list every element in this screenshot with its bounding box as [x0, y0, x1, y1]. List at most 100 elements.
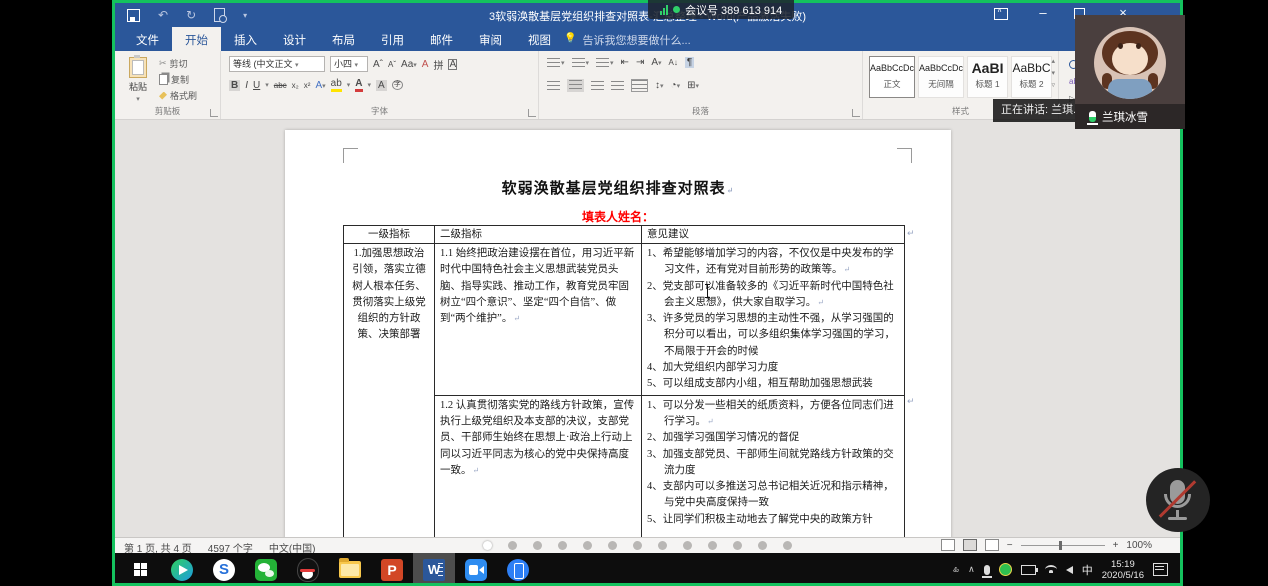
clock[interactable]: 15:19 2020/5/16: [1102, 559, 1144, 581]
subscript-button[interactable]: x₂: [292, 81, 299, 90]
tell-me-box[interactable]: 告诉我您想要做什么...: [576, 27, 700, 51]
suggestion-item: 3、许多党员的学习思想的主动性不强，从学习强国的积分可以看出，可以多组织集体学习…: [647, 311, 899, 360]
tab-file[interactable]: 文件: [123, 27, 172, 51]
taskbar-phone-projection[interactable]: [497, 553, 539, 586]
text-effects-icon[interactable]: A▾: [315, 80, 325, 91]
enclose-characters-icon[interactable]: 字: [392, 80, 403, 90]
people-icon[interactable]: ꮂ: [953, 564, 959, 575]
multilevel-list-icon[interactable]: ▾: [596, 58, 614, 67]
battery-icon[interactable]: [1021, 565, 1036, 575]
tab-design[interactable]: 设计: [270, 27, 319, 51]
document-canvas[interactable]: 软弱涣散基层党组织排查对照表 填表人姓名： 一级指标 二级指标 意见建议 1.加…: [115, 120, 1180, 537]
taskbar-tencent-meeting[interactable]: [455, 553, 497, 586]
ime-indicator[interactable]: 中: [1082, 562, 1093, 578]
underline-caret-icon[interactable]: ▾: [265, 81, 269, 89]
font-dialog-launcher[interactable]: [528, 109, 536, 117]
clipboard-dialog-launcher[interactable]: [210, 109, 218, 117]
font-name-select[interactable]: 等线 (中文正文 ▾: [229, 56, 325, 72]
bold-button[interactable]: B: [229, 80, 240, 91]
numbering-icon[interactable]: ▾: [572, 58, 590, 67]
tray-app-icon[interactable]: [999, 563, 1012, 576]
taskbar-sogou-browser[interactable]: S: [203, 553, 245, 586]
wifi-icon[interactable]: [1045, 565, 1057, 574]
phonetic-guide-icon[interactable]: 拼: [433, 57, 443, 72]
asian-layout-icon[interactable]: A▾: [651, 57, 661, 68]
highlight-caret-icon[interactable]: ▾: [347, 81, 351, 89]
tab-insert[interactable]: 插入: [221, 27, 270, 51]
font-color-icon[interactable]: A: [355, 78, 362, 92]
char-shading-icon[interactable]: A: [376, 80, 387, 91]
zoom-out-icon[interactable]: −: [1007, 540, 1013, 551]
paste-caret-icon[interactable]: ▾: [136, 96, 140, 103]
hidden-icons-chevron[interactable]: ∧: [968, 564, 975, 575]
style-heading2[interactable]: AaBbC 标题 2: [1011, 56, 1052, 98]
taskbar-qq[interactable]: [287, 553, 329, 586]
tab-references[interactable]: 引用: [368, 27, 417, 51]
shading-icon[interactable]: ◔▾: [671, 80, 681, 91]
underline-button[interactable]: U: [253, 80, 260, 91]
align-left-icon[interactable]: [547, 81, 560, 90]
action-center-icon[interactable]: [1153, 563, 1168, 576]
tab-layout[interactable]: 布局: [319, 27, 368, 51]
superscript-button[interactable]: x²: [304, 81, 311, 90]
tab-view[interactable]: 视图: [515, 27, 564, 51]
font-group-label: 字体: [221, 105, 538, 117]
tab-home[interactable]: 开始: [172, 27, 221, 51]
taskbar-tencent-video[interactable]: [161, 553, 203, 586]
participant-video-panel[interactable]: 兰琪冰雪: [1075, 15, 1185, 129]
show-marks-icon[interactable]: ¶: [685, 57, 694, 68]
minimize-button[interactable]: –: [1034, 5, 1052, 20]
speaker-icon[interactable]: [1066, 566, 1073, 574]
ribbon-display-options-icon[interactable]: [994, 8, 1008, 20]
borders-icon[interactable]: ⊞▾: [687, 80, 699, 91]
change-case-icon[interactable]: Aa▾: [401, 59, 417, 70]
copy-button[interactable]: 复制: [159, 73, 197, 86]
italic-button[interactable]: I: [245, 80, 248, 91]
tab-review[interactable]: 审阅: [466, 27, 515, 51]
zoom-slider-thumb[interactable]: [1059, 541, 1062, 550]
zoom-in-icon[interactable]: +: [1113, 540, 1119, 551]
meeting-id-badge[interactable]: 会议号 389 613 914: [648, 0, 794, 19]
zoom-slider[interactable]: [1021, 545, 1105, 546]
increase-indent-icon[interactable]: ⇥: [636, 57, 644, 68]
shrink-font-icon[interactable]: Aˇ: [388, 60, 396, 69]
taskbar-word-active[interactable]: W: [413, 553, 455, 586]
paste-button[interactable]: 粘贴 ▾: [123, 57, 153, 97]
taskbar-file-explorer[interactable]: [329, 553, 371, 586]
justify-icon[interactable]: [611, 81, 624, 90]
styles-more-icon[interactable]: ▿: [1051, 81, 1055, 89]
tray-microphone-icon[interactable]: [984, 565, 990, 575]
align-right-icon[interactable]: [591, 81, 604, 90]
highlight-color-icon[interactable]: ab: [331, 78, 342, 92]
styles-down-icon[interactable]: ▾: [1051, 69, 1055, 77]
web-layout-icon[interactable]: [985, 539, 999, 551]
bullets-icon[interactable]: ▾: [547, 58, 565, 67]
taskbar-wechat[interactable]: [245, 553, 287, 586]
tab-mailings[interactable]: 邮件: [417, 27, 466, 51]
mute-button[interactable]: [1146, 468, 1210, 532]
font-size-select[interactable]: 小四 ▾: [330, 56, 368, 72]
char-border-icon[interactable]: A: [448, 59, 457, 70]
taskbar-powerpoint[interactable]: P: [371, 553, 413, 586]
start-button[interactable]: [119, 553, 161, 586]
style-normal[interactable]: AaBbCcDc 正文: [869, 56, 915, 98]
styles-up-icon[interactable]: ▴: [1051, 57, 1055, 65]
cut-button[interactable]: ✂ 剪切: [159, 57, 197, 70]
read-mode-icon[interactable]: [941, 539, 955, 551]
grow-font-icon[interactable]: Aˆ: [373, 59, 383, 70]
print-layout-icon[interactable]: [963, 539, 977, 551]
ribbon-tab-bar: 文件 开始 插入 设计 布局 引用 邮件 审阅 视图 💡 告诉我您想要做什么..…: [115, 27, 1183, 51]
clear-format-icon[interactable]: A: [422, 59, 429, 70]
format-painter-button[interactable]: 格式刷: [159, 89, 197, 102]
sort-icon[interactable]: A↓: [669, 58, 678, 67]
decrease-indent-icon[interactable]: ⇤: [621, 57, 629, 68]
font-color-caret-icon[interactable]: ▾: [368, 81, 372, 89]
align-center-icon[interactable]: [567, 79, 584, 92]
line-spacing-icon[interactable]: ↕▾: [655, 80, 664, 91]
style-heading1[interactable]: AaBI 标题 1: [967, 56, 1008, 98]
distribute-icon[interactable]: [631, 79, 648, 92]
strikethrough-button[interactable]: abc: [274, 81, 287, 90]
zoom-level[interactable]: 100%: [1126, 540, 1152, 551]
paragraph-dialog-launcher[interactable]: [852, 109, 860, 117]
style-no-spacing[interactable]: AaBbCcDc 无间隔: [918, 56, 964, 98]
